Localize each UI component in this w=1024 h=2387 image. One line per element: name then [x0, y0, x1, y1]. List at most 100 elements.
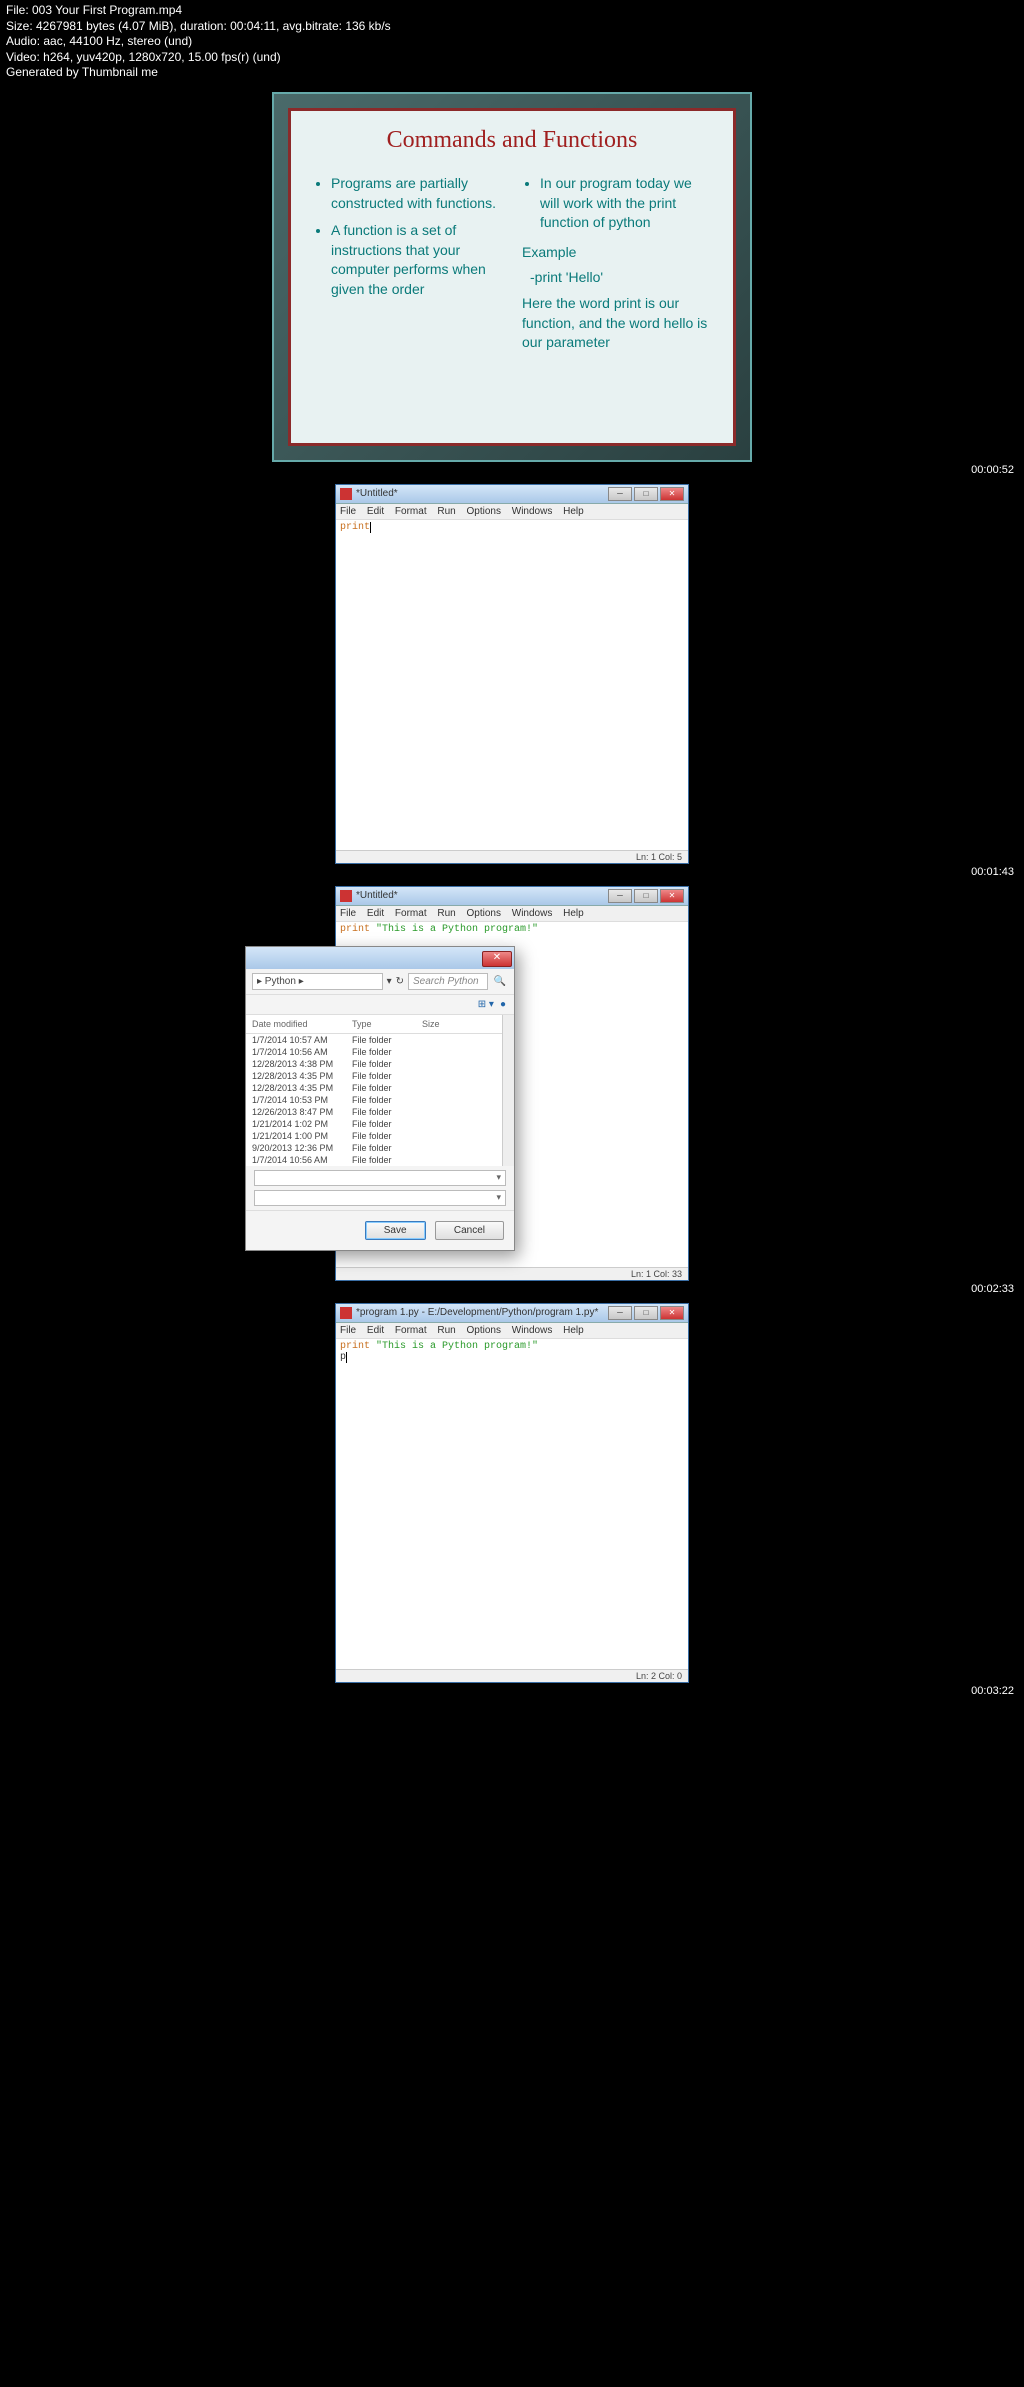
info-video: Video: h264, yuv420p, 1280x720, 15.00 fp…: [6, 50, 1018, 66]
dropdown-icon[interactable]: ▾: [387, 976, 392, 987]
timestamp-4: 00:03:22: [0, 1683, 1024, 1699]
col-date[interactable]: Date modified: [246, 1017, 346, 1031]
menu-file[interactable]: File: [340, 506, 356, 517]
save-dialog: ✕ ▸ Python ▸ ▾ ↻ Search Python 🔍 ⊞ ▾ ● D…: [245, 946, 515, 1251]
view-icon[interactable]: ⊞ ▾: [478, 999, 494, 1010]
scrollbar[interactable]: [502, 1015, 514, 1166]
info-audio: Audio: aac, 44100 Hz, stereo (und): [6, 34, 1018, 50]
col-size[interactable]: Size: [416, 1017, 466, 1031]
menu-options[interactable]: Options: [467, 908, 501, 919]
menu-windows[interactable]: Windows: [512, 908, 553, 919]
file-row[interactable]: 1/21/2014 1:00 PMFile folder: [246, 1130, 514, 1142]
menubar: File Edit Format Run Options Windows Hel…: [336, 906, 688, 922]
search-input[interactable]: Search Python: [408, 973, 488, 990]
maximize-button[interactable]: □: [634, 487, 658, 501]
menu-run[interactable]: Run: [437, 908, 455, 919]
menu-edit[interactable]: Edit: [367, 506, 384, 517]
status-bar: Ln: 1 Col: 5: [336, 850, 688, 863]
menu-run[interactable]: Run: [437, 1325, 455, 1336]
maximize-button[interactable]: □: [634, 1306, 658, 1320]
file-row[interactable]: 12/28/2013 4:38 PMFile folder: [246, 1058, 514, 1070]
file-info-header: File: 003 Your First Program.mp4 Size: 4…: [0, 0, 1024, 84]
titlebar[interactable]: *Untitled* ─ □ ✕: [336, 485, 688, 504]
cancel-button[interactable]: Cancel: [435, 1221, 504, 1240]
file-row[interactable]: 1/7/2014 10:57 AMFile folder: [246, 1034, 514, 1046]
col-type[interactable]: Type: [346, 1017, 416, 1031]
file-list[interactable]: Date modified Type Size 1/7/2014 10:57 A…: [246, 1015, 514, 1166]
window-title: *Untitled*: [356, 488, 608, 499]
example-label: Example: [522, 243, 711, 263]
status-bar: Ln: 2 Col: 0: [336, 1669, 688, 1682]
slide-title: Commands and Functions: [313, 127, 711, 154]
file-row[interactable]: 9/20/2013 12:36 PMFile folder: [246, 1142, 514, 1154]
search-icon[interactable]: 🔍: [492, 976, 508, 987]
code-editor[interactable]: print: [336, 520, 688, 850]
status-bar: Ln: 1 Col: 33: [336, 1267, 688, 1280]
refresh-icon[interactable]: ↻: [396, 976, 404, 987]
code-editor[interactable]: print "This is a Python program!" p: [336, 1339, 688, 1669]
menu-help[interactable]: Help: [563, 506, 584, 517]
minimize-button[interactable]: ─: [608, 889, 632, 903]
menu-options[interactable]: Options: [467, 1325, 501, 1336]
menu-help[interactable]: Help: [563, 1325, 584, 1336]
file-row[interactable]: 12/26/2013 8:47 PMFile folder: [246, 1106, 514, 1118]
menu-run[interactable]: Run: [437, 506, 455, 517]
menu-format[interactable]: Format: [395, 908, 427, 919]
menu-format[interactable]: Format: [395, 506, 427, 517]
filetype-combo[interactable]: ▾: [254, 1190, 506, 1206]
file-row[interactable]: 12/28/2013 4:35 PMFile folder: [246, 1070, 514, 1082]
close-button[interactable]: ✕: [660, 889, 684, 903]
slide-bullet: A function is a set of instructions that…: [331, 221, 502, 299]
close-button[interactable]: ✕: [660, 487, 684, 501]
timestamp-2: 00:01:43: [0, 864, 1024, 880]
menubar: File Edit Format Run Options Windows Hel…: [336, 504, 688, 520]
window-title: *Untitled*: [356, 890, 608, 901]
menu-file[interactable]: File: [340, 908, 356, 919]
menu-windows[interactable]: Windows: [512, 506, 553, 517]
file-row[interactable]: 1/7/2014 10:53 PMFile folder: [246, 1094, 514, 1106]
slide-bullet: In our program today we will work with t…: [540, 174, 711, 233]
timestamp-1: 00:00:52: [0, 462, 1024, 478]
menu-edit[interactable]: Edit: [367, 908, 384, 919]
menu-windows[interactable]: Windows: [512, 1325, 553, 1336]
menu-help[interactable]: Help: [563, 908, 584, 919]
code-keyword: print: [340, 924, 376, 935]
code-string: "This is a Python program!": [376, 924, 538, 935]
idle-window-1: *Untitled* ─ □ ✕ File Edit Format Run Op…: [335, 484, 689, 864]
code-string: "This is a Python program!": [376, 1341, 538, 1352]
file-row[interactable]: 1/7/2014 10:56 AMFile folder: [246, 1154, 514, 1166]
menu-file[interactable]: File: [340, 1325, 356, 1336]
save-button[interactable]: Save: [365, 1221, 426, 1240]
slide-bullet: Programs are partially constructed with …: [331, 174, 502, 213]
minimize-button[interactable]: ─: [608, 1306, 632, 1320]
file-list-header: Date modified Type Size: [246, 1015, 514, 1034]
path-breadcrumb[interactable]: ▸ Python ▸: [252, 973, 383, 990]
file-row[interactable]: 1/7/2014 10:56 AMFile folder: [246, 1046, 514, 1058]
menu-format[interactable]: Format: [395, 1325, 427, 1336]
code-keyword: print: [340, 1341, 376, 1352]
menu-edit[interactable]: Edit: [367, 1325, 384, 1336]
info-generated: Generated by Thumbnail me: [6, 65, 1018, 81]
info-size: Size: 4267981 bytes (4.07 MiB), duration…: [6, 19, 1018, 35]
menu-options[interactable]: Options: [467, 506, 501, 517]
file-row[interactable]: 12/28/2013 4:35 PMFile folder: [246, 1082, 514, 1094]
minimize-button[interactable]: ─: [608, 487, 632, 501]
window-title: *program 1.py - E:/Development/Python/pr…: [356, 1307, 608, 1318]
filename-combo[interactable]: ▾: [254, 1170, 506, 1186]
example-code: -print 'Hello': [522, 268, 711, 288]
titlebar[interactable]: *Untitled* ─ □ ✕: [336, 887, 688, 906]
idle-window-3: *program 1.py - E:/Development/Python/pr…: [335, 1303, 689, 1683]
menubar: File Edit Format Run Options Windows Hel…: [336, 1323, 688, 1339]
code-keyword: print: [340, 522, 370, 533]
python-icon: [340, 890, 352, 902]
help-icon[interactable]: ●: [500, 999, 506, 1010]
python-icon: [340, 488, 352, 500]
titlebar[interactable]: *program 1.py - E:/Development/Python/pr…: [336, 1304, 688, 1323]
file-row[interactable]: 1/21/2014 1:02 PMFile folder: [246, 1118, 514, 1130]
dialog-close-button[interactable]: ✕: [482, 951, 512, 967]
slide-text: Here the word print is our function, and…: [522, 294, 711, 353]
timestamp-3: 00:02:33: [0, 1281, 1024, 1297]
close-button[interactable]: ✕: [660, 1306, 684, 1320]
maximize-button[interactable]: □: [634, 889, 658, 903]
python-icon: [340, 1307, 352, 1319]
